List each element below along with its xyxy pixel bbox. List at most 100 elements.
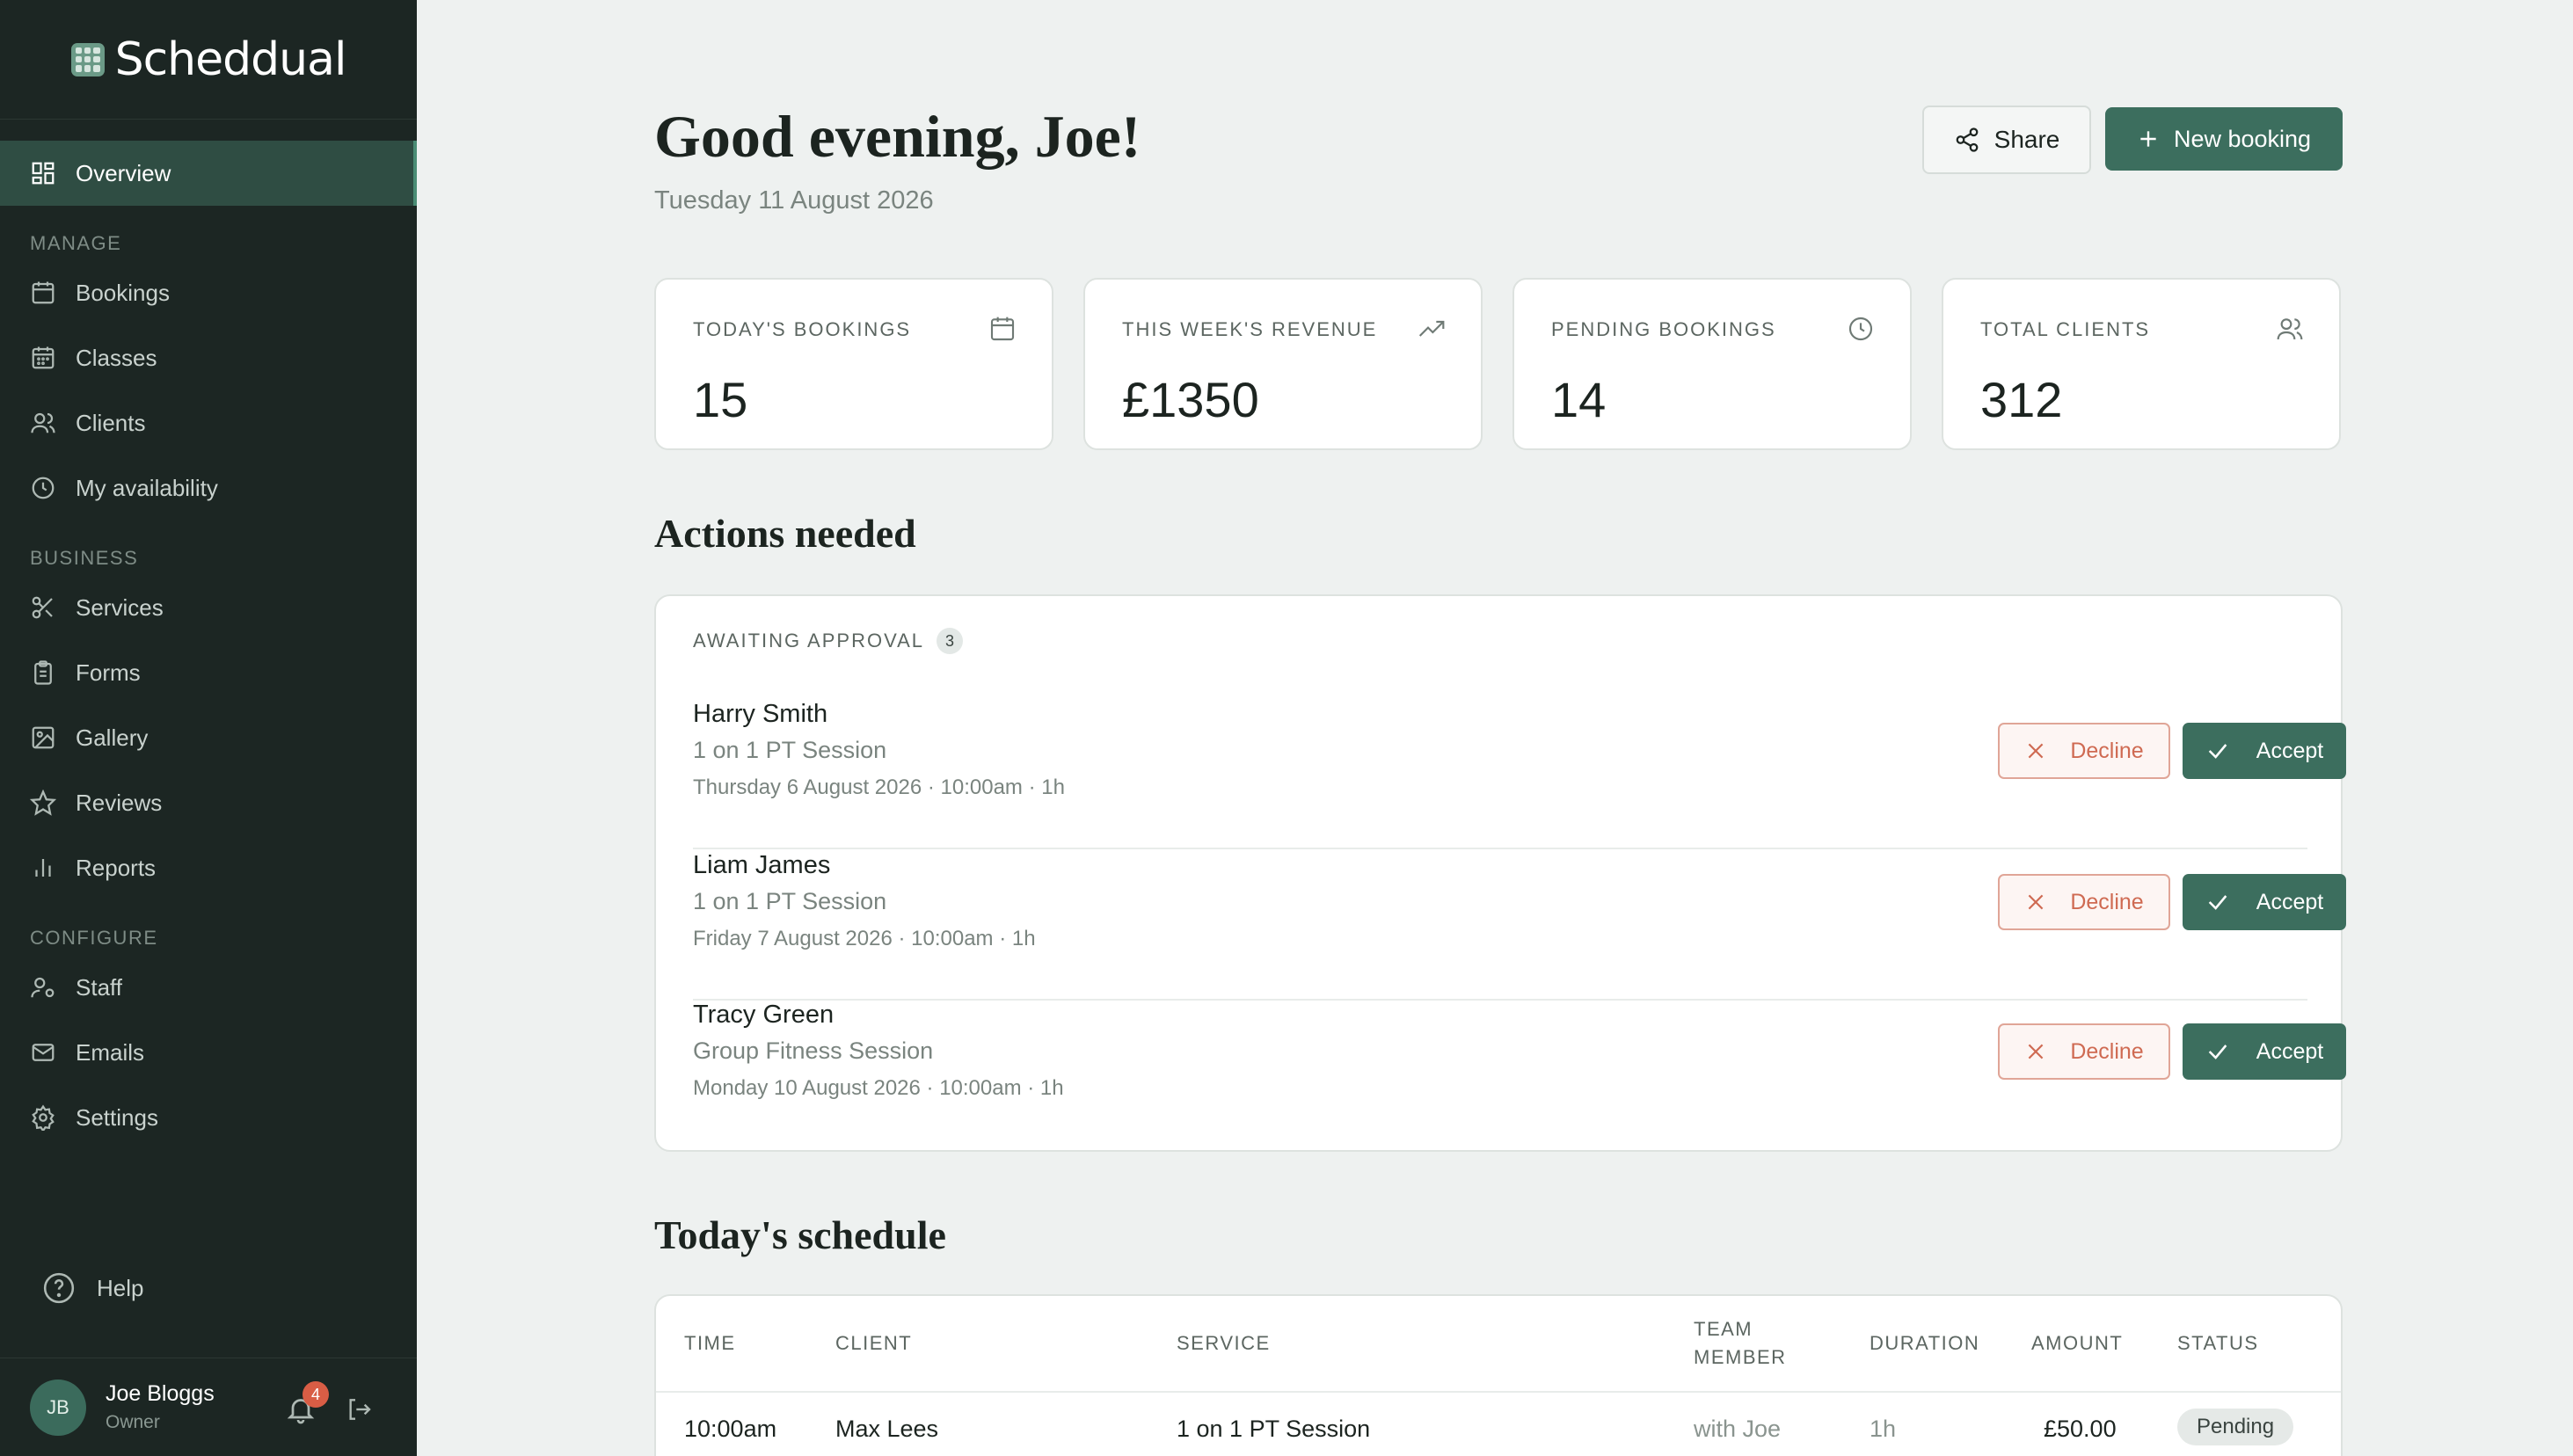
- column-header-client[interactable]: CLIENT: [835, 1296, 912, 1391]
- stat-card-weekly-revenue[interactable]: THIS WEEK'S REVENUE £1350: [1083, 278, 1483, 450]
- star-icon: [30, 790, 56, 816]
- column-header-duration[interactable]: DURATION: [1870, 1296, 1979, 1391]
- sidebar-item-overview[interactable]: Overview: [0, 141, 417, 206]
- accept-button[interactable]: Accept: [2183, 874, 2346, 930]
- users-icon: [2277, 318, 2303, 340]
- column-header-team-member[interactable]: TEAM MEMBER: [1694, 1296, 1787, 1391]
- sidebar-item-emails[interactable]: Emails: [0, 1020, 417, 1085]
- share-button[interactable]: Share: [1922, 106, 2091, 174]
- decline-button[interactable]: Decline: [1998, 723, 2170, 779]
- cell-client: Max Lees: [835, 1416, 939, 1442]
- request-client-name: Harry Smith: [693, 700, 828, 728]
- sidebar-item-reviews[interactable]: Reviews: [0, 770, 417, 835]
- status-badge: Pending: [2177, 1409, 2294, 1445]
- sidebar-item-staff[interactable]: Staff: [0, 955, 417, 1020]
- stat-card-total-clients[interactable]: TOTAL CLIENTS 312: [1942, 278, 2341, 450]
- brand-name: Scheddual: [114, 33, 347, 86]
- calendar-grid-icon: [32, 346, 55, 369]
- users-icon: [31, 412, 55, 433]
- x-icon: [2028, 894, 2044, 910]
- cell-service: 1 on 1 PT Session: [1177, 1416, 1371, 1442]
- accept-button[interactable]: Accept: [2183, 1023, 2346, 1080]
- sidebar-item-label: My availability: [76, 474, 218, 501]
- new-booking-button[interactable]: New booking: [2105, 107, 2343, 171]
- sidebar-item-label: Reviews: [76, 789, 163, 816]
- column-header-status[interactable]: STATUS: [2177, 1296, 2259, 1391]
- notifications-button[interactable]: 4: [285, 1381, 329, 1429]
- sidebar-item-clients[interactable]: Clients: [0, 390, 417, 455]
- request-datetime: Friday 7 August 2026 · 10:00am · 1h: [693, 927, 1036, 950]
- awaiting-approval-header: AWAITING APPROVAL 3: [693, 628, 964, 654]
- request-datetime: Thursday 6 August 2026 · 10:00am · 1h: [693, 775, 1065, 799]
- request-service: 1 on 1 PT Session: [693, 737, 887, 763]
- stat-value: £1350: [1122, 372, 1259, 427]
- request-service: 1 on 1 PT Session: [693, 888, 887, 914]
- sidebar-item-services[interactable]: Services: [0, 575, 417, 640]
- sidebar-item-label: Forms: [76, 659, 141, 686]
- clipboard-icon: [34, 660, 52, 685]
- column-header-amount[interactable]: AMOUNT: [2031, 1296, 2123, 1391]
- sidebar-item-reports[interactable]: Reports: [0, 835, 417, 900]
- help-link[interactable]: Help: [42, 1271, 143, 1305]
- sidebar-item-label: Classes: [76, 344, 157, 371]
- approval-request: Tracy Green Group Fitness Session Monday…: [693, 1001, 2346, 1150]
- approval-request: Liam James 1 on 1 PT Session Friday 7 Au…: [693, 851, 2346, 1001]
- user-role: Owner: [106, 1412, 160, 1432]
- decline-button[interactable]: Decline: [1998, 874, 2170, 930]
- logout-button[interactable]: [345, 1395, 373, 1428]
- stat-card-todays-bookings[interactable]: TODAY'S BOOKINGS 15: [654, 278, 1053, 450]
- cell-team-member: with Joe: [1694, 1416, 1782, 1442]
- cell-amount: £50.00: [2044, 1416, 2117, 1442]
- sidebar-item-forms[interactable]: Forms: [0, 640, 417, 705]
- nav-section-manage: MANAGE: [30, 232, 122, 254]
- share-icon: [1956, 127, 1979, 152]
- sidebar-item-label: Reports: [76, 854, 157, 881]
- check-icon: [2208, 895, 2227, 910]
- column-header-service[interactable]: SERVICE: [1177, 1296, 1271, 1391]
- logout-icon: [349, 1399, 371, 1420]
- share-label: Share: [1994, 126, 2060, 153]
- notification-count-badge: 4: [302, 1381, 329, 1408]
- column-header-time[interactable]: TIME: [684, 1296, 736, 1391]
- x-icon: [2028, 1044, 2044, 1059]
- awaiting-label: AWAITING APPROVAL: [693, 630, 925, 652]
- table-divider: [656, 1391, 2341, 1393]
- brand[interactable]: Scheddual: [0, 0, 417, 120]
- schedule-title: Today's schedule: [654, 1212, 946, 1257]
- sidebar-item-classes[interactable]: Classes: [0, 325, 417, 390]
- accept-label: Accept: [2256, 1038, 2324, 1064]
- sidebar-item-label: Bookings: [76, 279, 170, 306]
- actions-title: Actions needed: [654, 511, 916, 556]
- sidebar: Scheddual Overview MANAGE Bookings Class…: [0, 0, 417, 1456]
- stat-card-pending-bookings[interactable]: PENDING BOOKINGS 14: [1512, 278, 1912, 450]
- calendar-icon: [32, 281, 55, 304]
- sidebar-item-settings[interactable]: Settings: [0, 1085, 417, 1150]
- decline-label: Decline: [2070, 889, 2144, 914]
- accept-label: Accept: [2256, 889, 2324, 914]
- mail-icon: [32, 1044, 55, 1061]
- stat-value: 15: [693, 372, 748, 427]
- trending-up-icon: [1418, 320, 1445, 337]
- column-header-label: MEMBER: [1694, 1346, 1787, 1368]
- brand-logo-icon: [70, 42, 105, 76]
- request-client-name: Tracy Green: [693, 1001, 835, 1029]
- decline-button[interactable]: Decline: [1998, 1023, 2170, 1080]
- check-icon: [2208, 1045, 2227, 1059]
- user-cog-icon: [31, 977, 55, 998]
- accept-button[interactable]: Accept: [2183, 723, 2346, 779]
- sidebar-item-label: Settings: [76, 1103, 158, 1131]
- cell-duration: 1h: [1870, 1416, 1897, 1442]
- avatar[interactable]: JB: [30, 1379, 86, 1436]
- clock-icon: [32, 477, 55, 499]
- sidebar-item-gallery[interactable]: Gallery: [0, 705, 417, 770]
- sidebar-item-label: Overview: [76, 159, 171, 186]
- grid-icon: [32, 162, 55, 185]
- bar-chart-icon: [35, 859, 51, 877]
- sidebar-item-label: Staff: [76, 973, 123, 1001]
- decline-label: Decline: [2070, 738, 2144, 763]
- new-booking-label: New booking: [2173, 125, 2312, 152]
- sidebar-item-bookings[interactable]: Bookings: [0, 260, 417, 325]
- awaiting-count-badge: 3: [937, 628, 964, 654]
- approval-request: Harry Smith 1 on 1 PT Session Thursday 6…: [693, 700, 2346, 849]
- sidebar-item-my-availability[interactable]: My availability: [0, 455, 417, 521]
